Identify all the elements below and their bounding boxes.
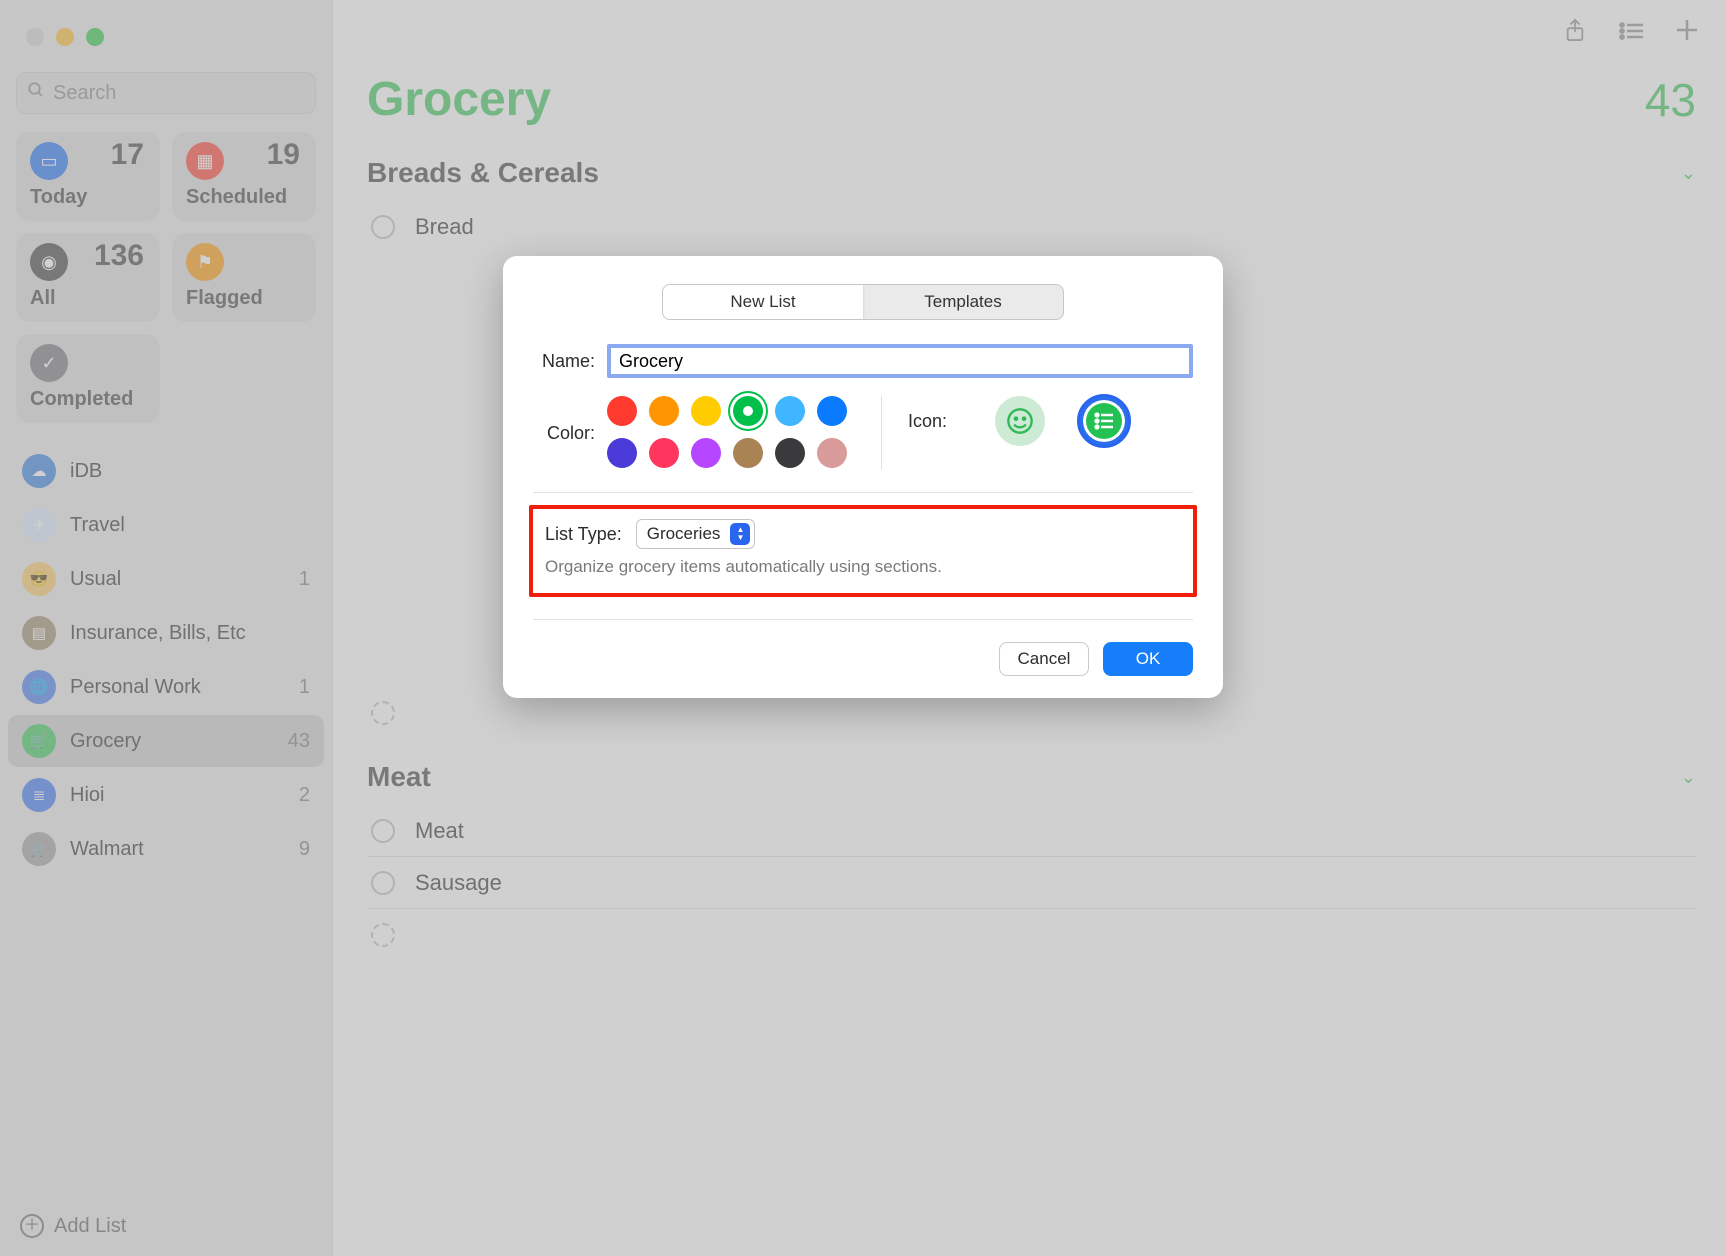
list-type-highlight: List Type: Groceries ▲▼ Organize grocery… <box>529 505 1197 597</box>
divider <box>881 396 882 470</box>
divider <box>533 492 1193 493</box>
chevron-updown-icon: ▲▼ <box>730 523 750 545</box>
new-list-dialog: New List Templates Name: Color: Icon: <box>503 256 1223 698</box>
color-label: Color: <box>533 423 607 444</box>
ok-button[interactable]: OK <box>1103 642 1193 676</box>
color-swatches <box>607 438 849 470</box>
color-swatch[interactable] <box>607 438 637 468</box>
tab-new-list[interactable]: New List <box>663 285 863 319</box>
color-swatch[interactable] <box>817 396 847 426</box>
color-swatch[interactable] <box>817 438 847 468</box>
divider <box>533 619 1193 620</box>
color-swatch[interactable] <box>775 396 805 426</box>
icon-label: Icon: <box>908 411 947 432</box>
list-type-description: Organize grocery items automatically usi… <box>545 557 1181 577</box>
color-swatch[interactable] <box>649 396 679 426</box>
name-label: Name: <box>533 351 607 372</box>
modal-overlay: New List Templates Name: Color: Icon: <box>0 0 1726 1256</box>
color-swatch[interactable] <box>607 396 637 426</box>
color-swatch[interactable] <box>733 396 763 426</box>
list-name-input[interactable] <box>607 344 1193 378</box>
tab-templates[interactable]: Templates <box>863 285 1063 319</box>
color-swatches <box>607 396 849 428</box>
color-swatch[interactable] <box>775 438 805 468</box>
color-swatch[interactable] <box>691 438 721 468</box>
icon-option-list[interactable] <box>1079 396 1129 446</box>
segmented-control: New List Templates <box>662 284 1064 320</box>
list-type-dropdown[interactable]: Groceries ▲▼ <box>636 519 756 549</box>
list-type-label: List Type: <box>545 524 622 545</box>
list-type-value: Groceries <box>647 524 721 544</box>
icon-option-emoji[interactable] <box>995 396 1045 446</box>
cancel-button[interactable]: Cancel <box>999 642 1089 676</box>
color-swatch[interactable] <box>733 438 763 468</box>
color-swatch[interactable] <box>691 396 721 426</box>
color-swatch[interactable] <box>649 438 679 468</box>
